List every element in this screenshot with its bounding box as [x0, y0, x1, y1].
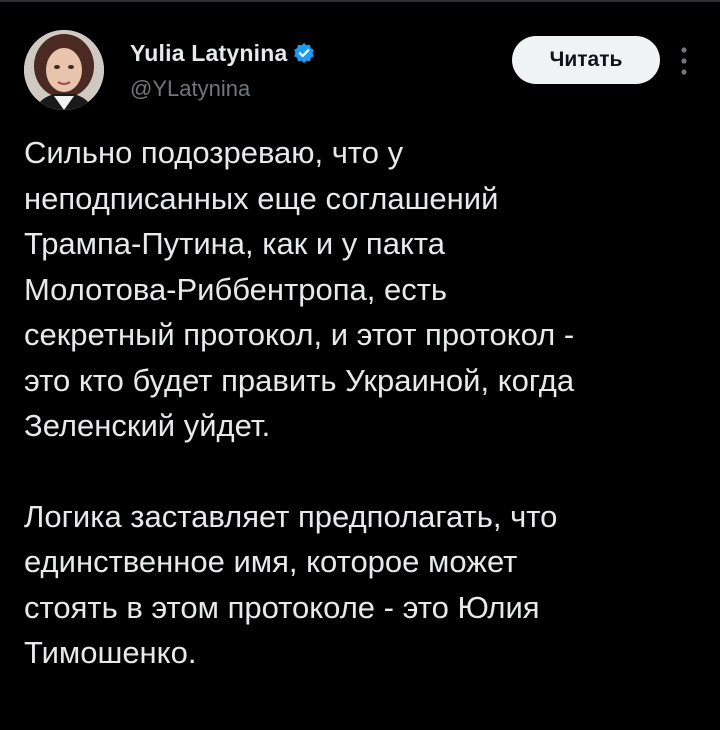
- more-options-icon[interactable]: [674, 44, 694, 78]
- verified-badge-icon: [293, 42, 315, 64]
- avatar-photo: [24, 30, 104, 110]
- tweet-text: Сильно подозреваю, что у неподписанных е…: [24, 130, 704, 676]
- tweet-paragraph-2: Логика заставляет предполагать, что един…: [24, 498, 558, 671]
- author-handle[interactable]: @YLatynina: [130, 76, 250, 102]
- tweet-paragraph-1: Сильно подозреваю, что у неподписанных е…: [24, 135, 575, 443]
- avatar[interactable]: [24, 30, 104, 110]
- author-display-name[interactable]: Yulia Latynina: [130, 40, 287, 67]
- tweet-header: Yulia Latynina @YLatynina Читать: [24, 30, 696, 110]
- author-name-row: Yulia Latynina: [130, 38, 315, 68]
- follow-button[interactable]: Читать: [512, 36, 660, 84]
- top-divider: [0, 0, 720, 2]
